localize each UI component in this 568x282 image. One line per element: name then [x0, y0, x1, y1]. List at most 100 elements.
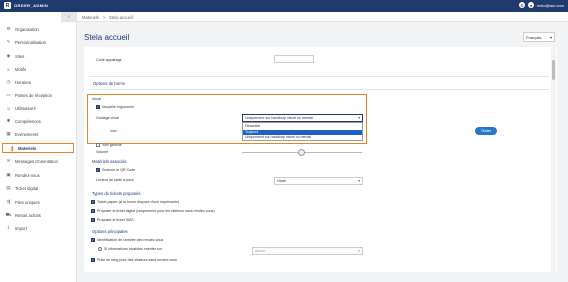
sidebar-item-sites[interactable]: ◉ Sites — [0, 51, 77, 61]
sidebar-item-label: Postes de réception — [15, 92, 53, 98]
informations-invalides-radio[interactable] — [98, 247, 102, 251]
sidebar-item-label: Retrait achats — [15, 212, 41, 218]
sidebar-item-materiels[interactable]: ▐ Materiels — [2, 143, 74, 153]
sidebar-item-competences[interactable]: ✱ Compétences — [0, 116, 77, 126]
breadcrumb-parent[interactable]: Materiels — [82, 15, 99, 20]
guidage-vocal-label: Guidage vocal — [96, 116, 119, 120]
guidage-vocal-select[interactable]: Uniquement sur handicap visuel ou mental… — [242, 114, 363, 122]
sidebar-item-label: Organisation — [15, 26, 39, 32]
cart-icon: ⛟ — [5, 211, 12, 217]
divider — [89, 76, 549, 77]
list-icon: ≡ — [7, 66, 10, 72]
code-appairage-input[interactable] — [274, 55, 314, 63]
sidebar-item-label: Evénements — [15, 131, 39, 137]
sidebar-item-files-uniques[interactable]: ⇶ Files uniques — [0, 197, 77, 207]
sidebar-item-label: Import — [15, 225, 27, 231]
breadcrumb-separator: > — [103, 14, 106, 20]
option-toujours[interactable]: Toujours — [243, 129, 362, 135]
sidebar-item-label: Motifs — [15, 66, 27, 72]
brand[interactable]: R ORDER_ADMIN — [4, 2, 48, 9]
sidebar-item-organisation[interactable]: ⚙ Organisation — [0, 24, 77, 34]
divider — [89, 89, 549, 90]
location-icon: ◉ — [6, 53, 11, 58]
sidebar-item-motifs[interactable]: ≡ Motifs — [0, 64, 77, 74]
sidebar-item-label: Files uniques — [15, 199, 40, 205]
sidebar-item-utilisateurs[interactable]: ☺ Utilisateurs — [0, 103, 77, 113]
sidebar-item-evenements[interactable]: ▦ Evénements — [0, 129, 77, 139]
section-types-tickets: Types de tickets proposés — [92, 191, 141, 196]
ticket-sms-label: Proposer le ticket SMS — [97, 218, 134, 222]
sidebar-item-personnalisation[interactable]: ✎ Personnalisation — [0, 37, 77, 47]
scrollbar[interactable] — [551, 47, 556, 272]
chevron-down-icon: ▾ — [358, 249, 360, 253]
scrollbar-thumb[interactable] — [552, 60, 555, 80]
sidebar-item-label: Materiels — [18, 145, 37, 151]
user-menu[interactable]: ⚙ ● neko@aur.com — [519, 2, 564, 8]
prise-de-rang-label: Prise de rang pour des visiteurs sans re… — [97, 258, 177, 262]
tester-button[interactable]: Tester — [475, 127, 497, 135]
section-options-borne: Options de borne — [93, 81, 126, 86]
volume-slider-handle[interactable] — [298, 149, 305, 156]
collapse-sidebar-button[interactable]: ‹ — [61, 12, 77, 22]
sidebar-item-rendez-vous[interactable]: ▣ Rendez-vous — [0, 170, 77, 180]
sidebar-item-postes-reception[interactable]: ▭ Postes de réception — [0, 90, 77, 100]
user-email[interactable]: neko@aur.com — [537, 3, 564, 8]
brand-logo: R — [4, 2, 11, 9]
calendar-icon: ▦ — [6, 131, 11, 136]
sidebar-item-label: Messages d'orientation — [15, 158, 58, 164]
import-icon: ⇩ — [6, 225, 11, 230]
voix-label: Voix — [110, 129, 117, 133]
settings-icon[interactable]: ⚙ — [519, 2, 526, 8]
ticket-digital-checkbox[interactable]: ✓ — [91, 209, 95, 213]
sidebar-item-messages-orientation[interactable]: ✉ Messages d'orientation — [0, 156, 77, 166]
hardware-icon: ▐ — [9, 145, 14, 151]
prise-de-rang-checkbox[interactable]: ✓ — [91, 258, 95, 262]
sidebar-item-ticket-digital[interactable]: ▤ Ticket digital — [0, 183, 77, 193]
scanner-qr-checkbox[interactable]: ✓ — [96, 168, 100, 172]
sidebar-item-label: Utilisateurs — [15, 105, 36, 111]
page-title: Stela accueil — [84, 33, 130, 42]
sidebar-item-label: Horaires — [15, 79, 31, 85]
scanner-qr-label: Scanner le QR Code — [102, 168, 136, 172]
language-select[interactable]: Français ▾ — [523, 32, 555, 42]
lecteur-carte-label: Lecteur de carte à puce — [96, 178, 134, 182]
identification-label: Identification de l'arrivée des rendez-v… — [97, 238, 164, 242]
ticket-papier-checkbox[interactable]: ✓ — [91, 200, 95, 204]
nouvelle-ergonomie-label: Nouvelle ergonomie — [102, 105, 134, 109]
skills-icon: ✱ — [6, 118, 11, 123]
guidage-vocal-dropdown: Désactivé Toujours Uniquement sur handic… — [242, 122, 363, 141]
sidebar-item-horaires[interactable]: ◷ Horaires — [0, 77, 77, 87]
guidage-vocal-value: Uniquement sur handicap visuel ou mental — [245, 116, 313, 120]
section-materiels-associes: Matériels associés — [92, 159, 127, 164]
volume-label: Volume — [96, 150, 108, 154]
lecteur-carte-select[interactable]: Vitale ▾ — [274, 177, 363, 185]
queue-icon: ⇶ — [6, 199, 11, 204]
ticket-sms-checkbox[interactable]: ✓ — [91, 218, 95, 222]
vocal-subtitle: Vocal — [92, 97, 101, 101]
option-desactive[interactable]: Désactivé — [243, 124, 362, 129]
message-icon: ✉ — [6, 158, 11, 163]
sidebar-item-retrait-achats[interactable]: ⛟ Retrait achats — [0, 210, 77, 220]
chevron-down-icon: ▾ — [549, 34, 552, 40]
user-icon[interactable]: ● — [528, 2, 535, 8]
code-appairage-label: Code appairage — [96, 58, 122, 62]
voix-gauche-checkbox[interactable] — [96, 143, 100, 147]
orienter-value: Aucun — [255, 249, 266, 253]
identification-checkbox[interactable]: ✓ — [91, 238, 95, 242]
users-icon: ☺ — [6, 105, 11, 111]
organisation-icon: ⚙ — [6, 26, 11, 31]
ticket-papier-label: Ticket papier (si la borne dispose d'une… — [97, 200, 180, 204]
sidebar-item-label: Rendez-vous — [15, 172, 40, 178]
palette-icon: ✎ — [6, 39, 11, 44]
desk-icon: ▭ — [6, 92, 11, 97]
appointment-icon: ▣ — [6, 172, 11, 177]
ticket-icon: ▤ — [6, 185, 11, 190]
nouvelle-ergonomie-checkbox[interactable]: ✓ — [96, 105, 100, 109]
chevron-down-icon: ▾ — [358, 116, 360, 120]
option-handicap[interactable]: Uniquement sur handicap visuel ou mental — [243, 135, 362, 140]
sidebar-item-label: Personnalisation — [15, 39, 46, 45]
orienter-select: Aucun ▾ — [252, 247, 363, 255]
sidebar-item-label: Sites — [15, 53, 25, 59]
brand-name: ORDER_ADMIN — [14, 3, 49, 8]
sidebar-item-import[interactable]: ⇩ Import — [0, 223, 77, 233]
